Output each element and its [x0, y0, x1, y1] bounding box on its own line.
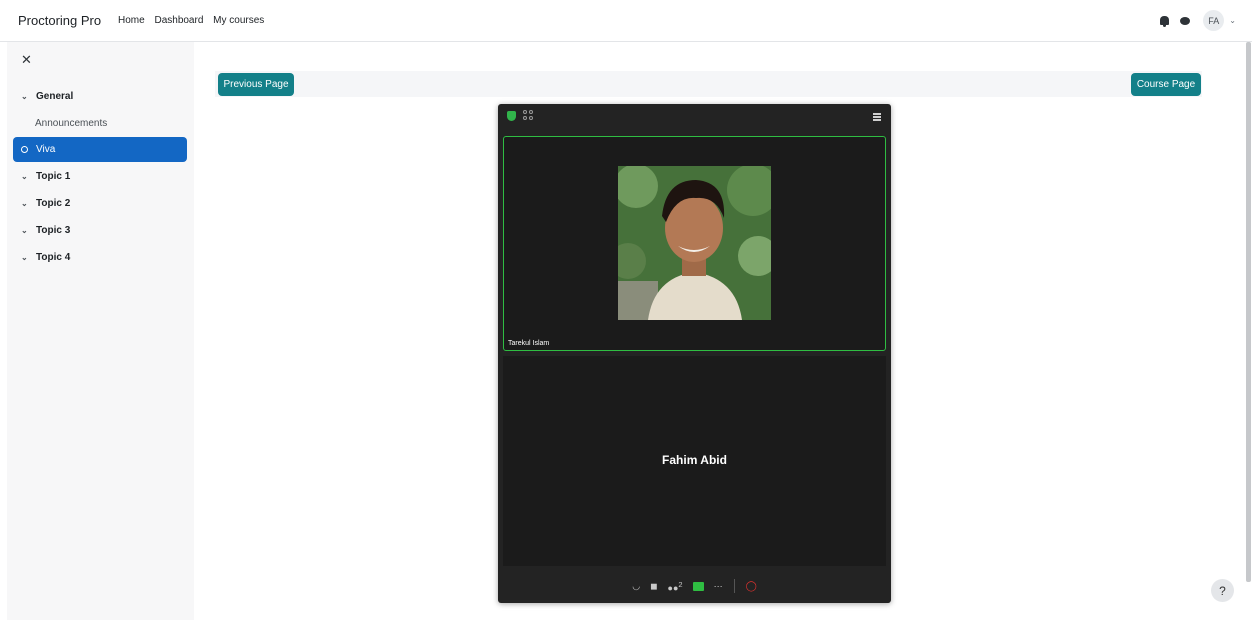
user-area: FA ⌄	[1160, 10, 1236, 31]
close-icon[interactable]: ✕	[21, 52, 32, 68]
top-navbar: Proctoring Pro Home Dashboard My courses…	[0, 0, 1252, 42]
chevron-down-icon[interactable]: ⌄	[1229, 16, 1236, 25]
menu-icon[interactable]	[873, 113, 881, 121]
chevron-down-icon[interactable]: ⌄	[21, 172, 29, 181]
activity-circle-icon	[21, 146, 28, 153]
section-topic-3[interactable]: ⌄ Topic 3	[13, 218, 187, 243]
chevron-down-icon[interactable]: ⌄	[21, 92, 29, 101]
participant-name: Tarekul Islam	[508, 340, 550, 347]
participants-icon[interactable]: ●●2	[668, 580, 683, 593]
section-label: Topic 1	[36, 171, 71, 182]
shield-icon[interactable]	[507, 111, 516, 121]
item-label: Announcements	[35, 118, 108, 129]
section-topic-4[interactable]: ⌄ Topic 4	[13, 245, 187, 270]
end-call-icon[interactable]: ◯	[746, 581, 757, 592]
share-icon[interactable]	[692, 581, 704, 591]
section-general[interactable]: ⌄ General	[13, 84, 187, 109]
section-label: General	[36, 91, 74, 102]
camera-off-icon[interactable]: ◼	[650, 581, 657, 592]
primary-nav: Home Dashboard My courses	[118, 15, 271, 26]
item-viva[interactable]: Viva	[13, 137, 187, 162]
gallery-icon[interactable]	[523, 110, 534, 121]
course-page-button[interactable]: Course Page	[1131, 73, 1201, 96]
site-brand[interactable]: Proctoring Pro	[18, 13, 101, 28]
chevron-down-icon[interactable]: ⌄	[21, 226, 29, 235]
meeting-window: Tarekul Islam Fahim Abid ◡ ◼ ●●2 ⋯ ◯	[498, 104, 891, 603]
help-icon[interactable]: ?	[1211, 579, 1234, 602]
participant-photo-svg	[618, 166, 771, 320]
item-announcements[interactable]: Announcements	[13, 111, 187, 136]
user-avatar[interactable]: FA	[1203, 10, 1225, 31]
section-label: Topic 3	[36, 225, 71, 236]
chevron-down-icon[interactable]: ⌄	[21, 253, 29, 262]
nav-my-courses[interactable]: My courses	[213, 15, 264, 26]
participant-photo	[618, 166, 771, 320]
previous-page-button[interactable]: Previous Page	[218, 73, 294, 96]
toolbar-divider	[733, 579, 735, 593]
headphone-icon[interactable]: ◡	[632, 581, 640, 592]
bell-icon[interactable]	[1160, 16, 1170, 27]
page-scrollbar[interactable]	[1246, 42, 1251, 582]
section-topic-2[interactable]: ⌄ Topic 2	[13, 191, 187, 216]
item-label: Viva	[36, 144, 56, 155]
course-index-drawer: ✕ ⌄ General Announcements Viva ⌄ Topic 1…	[7, 42, 194, 620]
section-label: Topic 4	[36, 252, 71, 263]
chevron-down-icon[interactable]: ⌄	[21, 199, 29, 208]
more-icon[interactable]: ⋯	[714, 581, 723, 592]
participant-name: Fahim Abid	[662, 453, 727, 467]
nav-dashboard[interactable]: Dashboard	[154, 15, 203, 26]
participant-count: 2	[678, 579, 683, 589]
video-tile-self[interactable]: Fahim Abid	[503, 356, 886, 566]
section-label: Topic 2	[36, 198, 71, 209]
meeting-toolbar: ◡ ◼ ●●2 ⋯ ◯	[498, 569, 891, 603]
page-navigation-bar	[215, 71, 1202, 97]
chat-icon[interactable]	[1180, 16, 1191, 25]
section-topic-1[interactable]: ⌄ Topic 1	[13, 164, 187, 189]
nav-home[interactable]: Home	[118, 15, 145, 26]
video-tile-active[interactable]: Tarekul Islam	[503, 136, 886, 351]
